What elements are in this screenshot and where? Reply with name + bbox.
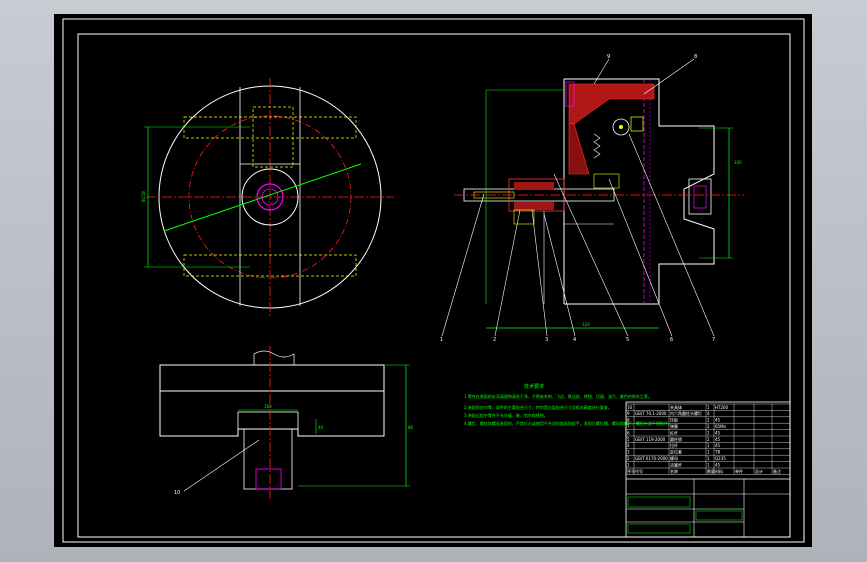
body-section-hatch	[568, 123, 590, 175]
balloon-10: 10	[174, 490, 180, 496]
bom-cell: 65Mn	[715, 424, 727, 429]
tech-title: 技术要求	[524, 383, 544, 390]
title-green-box-1	[627, 496, 691, 508]
bom-cell: 4	[707, 411, 710, 416]
bom-header-cell: 名称	[670, 468, 678, 474]
bom-cell: 1	[707, 456, 710, 461]
bom-header-cell: 数量	[707, 468, 715, 474]
bom-cell: 45	[715, 437, 721, 442]
title-green-box-3	[627, 523, 691, 534]
bom-cell: HT200	[715, 405, 729, 410]
bottom-bore	[255, 468, 282, 490]
bom-cell: 45	[715, 462, 721, 467]
section-view: 100 120 1 2 3 4 5 6 7 8 9	[440, 54, 744, 343]
bom-cell: 弹簧	[670, 423, 678, 429]
bom-table: 10 夹具体 1 HT2009 GB/T 70.1-2000 内六角圆柱头螺钉 48 压板 2 4…	[627, 404, 781, 474]
sheet-outer-border	[62, 18, 805, 543]
bom-cell: 1	[707, 450, 710, 455]
bom-header-cell: 备注	[773, 468, 781, 474]
tech-line-3: 3.装配过程中零件不允许磕、碰、划伤和锈蚀。	[464, 412, 548, 418]
bom-cell: 螺母	[670, 455, 678, 461]
bom-cell: 3	[627, 450, 630, 455]
bom-cell: 圆柱销	[670, 436, 682, 442]
bom-cell: 2	[707, 437, 710, 442]
bottom-height-text: 80	[408, 425, 414, 430]
bom-cell: 2	[707, 424, 710, 429]
balloon-1: 1	[440, 337, 443, 343]
bom-cell: GB/T 6170-2000	[635, 456, 668, 461]
bom-cell: GB/T 119-2000	[635, 437, 666, 442]
lever-tail	[593, 173, 620, 189]
diameter-dimension-text: Φ218	[141, 191, 146, 202]
boss-top	[237, 411, 299, 430]
flange-section-hatch	[568, 83, 655, 125]
bom-cell: 1	[707, 462, 710, 467]
section-cut-line	[163, 163, 362, 232]
pressure-plate	[630, 116, 644, 132]
height-dimension-text: 100	[734, 160, 742, 165]
sleeve-hatch-top	[514, 182, 554, 190]
nut	[513, 209, 535, 225]
tech-requirements: 技术要求 1.零件在装配前必须清理和清洗干净，不得有毛刺、飞边、氧化皮、锈蚀、切…	[464, 383, 672, 426]
bom-cell: 45	[715, 430, 721, 435]
bom-cell: 定位套	[670, 449, 682, 455]
bom-cell: 内六角圆柱头螺钉	[670, 410, 702, 416]
top-view: Φ218	[141, 78, 394, 316]
piston-bore	[693, 185, 707, 209]
balloon-2: 2	[493, 337, 496, 343]
base-plate	[159, 364, 385, 392]
balloon-9: 9	[607, 54, 610, 60]
sleeve-hatch-bottom	[514, 202, 554, 210]
bom-cell: 活塞杆	[670, 461, 682, 467]
bom-cell: 1	[627, 462, 630, 467]
tech-line-1: 1.零件在装配前必须清理和清洗干净，不得有毛刺、飞边、氧化皮、锈蚀、切屑、油污、…	[464, 393, 652, 399]
tech-line-2: 2.装配前应对零、部件的主要配合尺寸，特别是过盈配合尺寸及相关精度进行复查。	[464, 404, 612, 410]
bom-cell: 杠杆	[670, 429, 678, 435]
bom-header-cell: 材料	[715, 468, 723, 474]
balloon-7: 7	[712, 337, 715, 343]
bom-cell: 10	[627, 405, 633, 410]
bom-cell: 1	[707, 443, 710, 448]
cad-drawing: Φ218 100 120 1 2 3 4 5 6 7 8 9 160 40 80…	[62, 18, 805, 543]
bom-cell: 压板	[670, 417, 678, 423]
bom-cell: 拉杆	[670, 442, 678, 448]
bom-cell: 夹具体	[670, 404, 682, 410]
bom-cell: 5	[627, 437, 630, 442]
balloon-5: 5	[626, 337, 629, 343]
bom-header-cell: 总计	[755, 468, 763, 474]
bottom-view: 160 40 80 10	[159, 346, 414, 499]
bom-cell: 2	[707, 418, 710, 423]
pivot-pin	[619, 125, 623, 129]
bom-header-cell: 序号	[627, 468, 635, 474]
bom-cell: 4	[627, 443, 630, 448]
bom-header-cell: 代号	[635, 468, 643, 474]
bom-cell: 2	[707, 430, 710, 435]
balloon-6: 6	[670, 337, 673, 343]
bom-cell: 45	[715, 443, 721, 448]
width-dimension-text: 120	[582, 322, 590, 327]
hidden-boss	[252, 106, 294, 168]
balloon-8: 8	[694, 54, 697, 60]
bom-cell: 2	[627, 456, 630, 461]
bom-cell: 6	[627, 430, 630, 435]
leader-10	[183, 439, 260, 492]
bom-cell: 9	[627, 411, 630, 416]
break-line	[253, 350, 295, 366]
bom-cell: 45	[715, 418, 721, 423]
title-green-box-2	[695, 510, 743, 521]
bom-header-cell: 单件	[735, 468, 743, 474]
bom-cell: GB/T 70.1-2000	[635, 411, 667, 416]
boss-width-text: 160	[264, 404, 272, 409]
piston-cap	[688, 178, 712, 215]
boss-stem	[243, 428, 293, 490]
balloon-4: 4	[573, 337, 576, 343]
balloon-3: 3	[545, 337, 548, 343]
bom-cell: T8	[714, 450, 720, 455]
side-dimension-text: 40	[318, 425, 324, 430]
spring	[593, 133, 601, 159]
bom-cell: 1	[707, 405, 710, 410]
cad-viewport[interactable]: Φ218 100 120 1 2 3 4 5 6 7 8 9 160 40 80…	[54, 14, 812, 547]
bom-cell: Q235	[715, 456, 726, 461]
